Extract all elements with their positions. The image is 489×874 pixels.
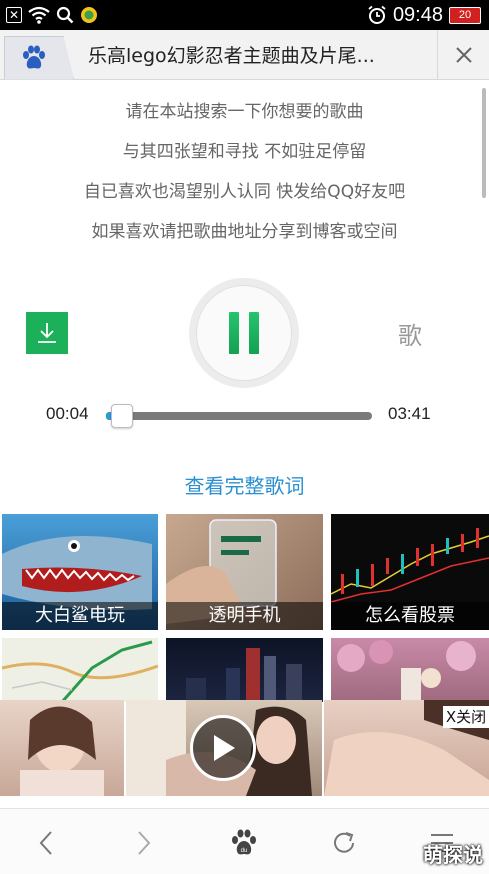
pause-button[interactable] [189, 278, 299, 388]
close-icon[interactable] [437, 29, 489, 80]
refresh-icon[interactable] [324, 823, 364, 863]
ad-image [0, 700, 124, 796]
back-icon[interactable] [26, 823, 66, 863]
current-time: 00:04 [46, 404, 89, 423]
download-icon[interactable] [26, 312, 68, 354]
pause-icon [229, 312, 239, 354]
watermark: 萌探说 [423, 843, 483, 867]
seek-track[interactable] [106, 404, 372, 428]
thumbnail-label: 怎么看股票 [331, 602, 489, 630]
status-bar: ✕ 09:48 20 [0, 0, 489, 30]
forward-icon[interactable] [124, 823, 164, 863]
lyrics-toggle-button[interactable]: 歌 [398, 316, 422, 351]
app-badge-icon [81, 7, 97, 23]
baidu-home-icon[interactable]: du [224, 823, 264, 863]
battery-indicator: 20 [449, 6, 481, 24]
thumbnail-label: 透明手机 [166, 602, 323, 630]
thumbnail-tile[interactable] [166, 638, 323, 702]
seek-handle[interactable] [110, 404, 133, 428]
full-lyrics-link[interactable]: 查看完整歌词 [0, 470, 489, 499]
pause-icon [249, 312, 259, 354]
lyrics-panel: 请在本站搜索一下你想要的歌曲 与其四张望和寻找 不如驻足停留 自已喜欢也渴望别人… [0, 92, 489, 252]
bottom-nav: du 萌探说 [0, 808, 489, 874]
thumbnail-tile[interactable] [2, 638, 158, 702]
thumbnail-tile[interactable] [331, 638, 489, 702]
lyric-line: 请在本站搜索一下你想要的歌曲 [125, 102, 364, 122]
lyric-line: 自已喜欢也渴望别人认同 快发给QQ好友吧 [83, 182, 406, 202]
progress-bar: 00:04 03:41 [0, 400, 489, 430]
alarm-clock-icon [368, 5, 386, 24]
close-box-icon: ✕ [6, 7, 22, 23]
baidu-paw-icon[interactable] [4, 35, 74, 80]
thumbnail-tile[interactable]: 怎么看股票 [331, 514, 489, 630]
lyric-line: 如果喜欢请把歌曲地址分享到博客或空间 [91, 222, 398, 242]
svg-text:du: du [241, 848, 248, 854]
clock: 09:48 [392, 3, 443, 26]
ad-banner[interactable]: X关闭 [0, 700, 489, 796]
thumbnail-label: 大白鲨电玩 [2, 602, 158, 630]
browser-title-bar: 乐高lego幻影忍者主题曲及片尾... [0, 29, 489, 80]
wifi-icon [28, 6, 50, 24]
flowers-image [337, 640, 476, 702]
ad-close-button[interactable]: X关闭 [443, 706, 489, 728]
total-time: 03:41 [388, 404, 431, 423]
search-icon [56, 6, 74, 24]
thumbnail-tile[interactable]: 大白鲨电玩 [2, 514, 158, 630]
play-icon[interactable] [190, 715, 256, 781]
thumbnail-tile[interactable]: 透明手机 [166, 514, 323, 630]
page-title: 乐高lego幻影忍者主题曲及片尾... [88, 45, 375, 67]
city-night-image [186, 648, 302, 702]
map-image [2, 640, 158, 702]
lyric-line: 与其四张望和寻找 不如驻足停留 [122, 142, 367, 162]
music-player: 歌 [0, 276, 489, 388]
